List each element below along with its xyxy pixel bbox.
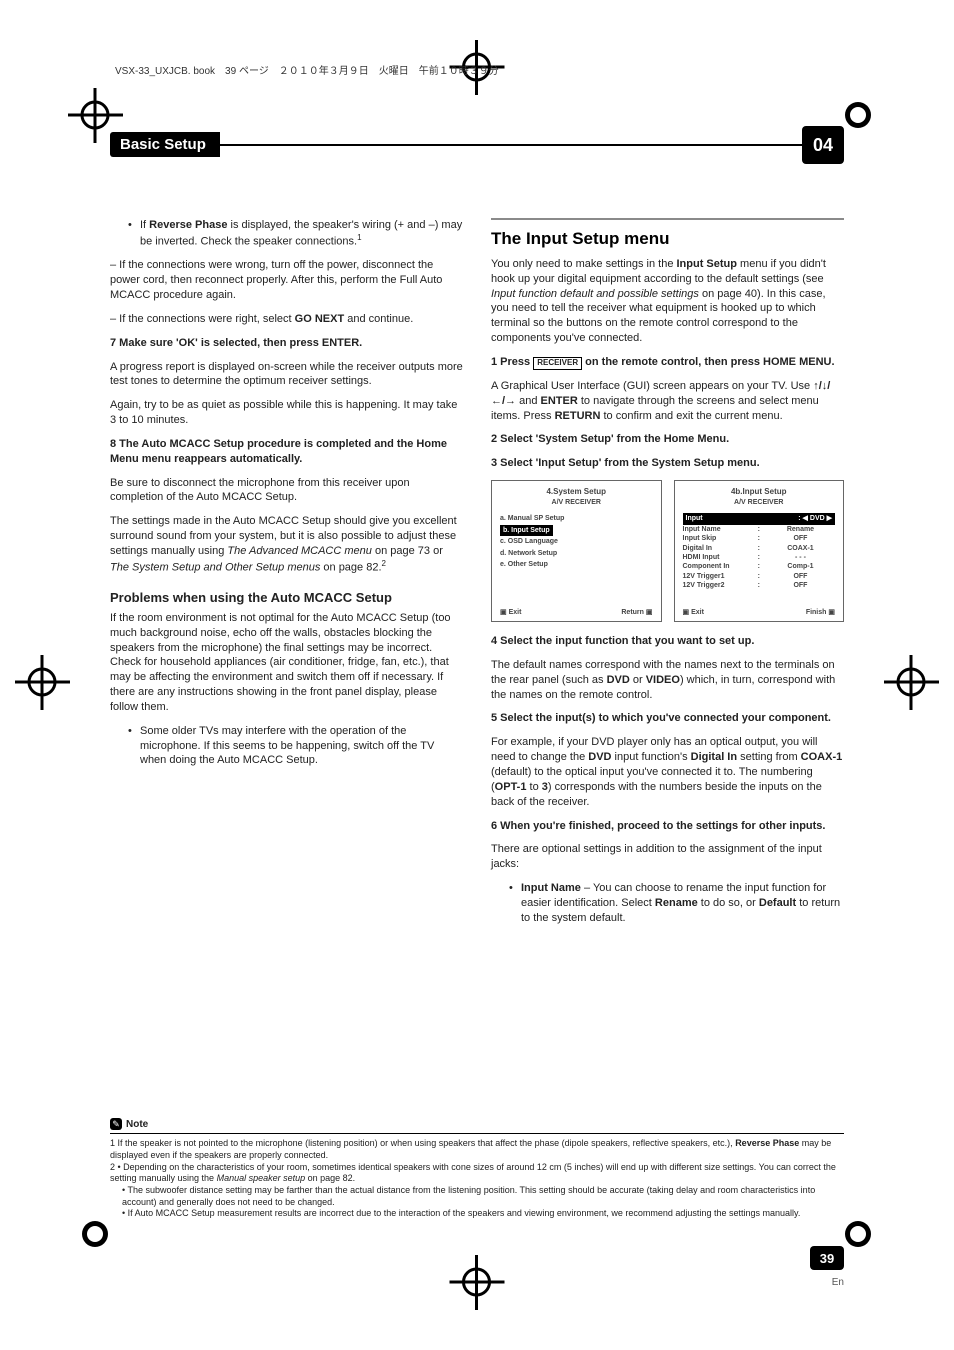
- body-text: You only need to make settings in the In…: [491, 257, 844, 346]
- osd-system-setup: 4.System Setup A/V RECEIVER a. Manual SP…: [491, 480, 662, 622]
- body-text: There are optional settings in addition …: [491, 842, 844, 872]
- header-rule: [218, 144, 844, 146]
- osd-row-value: OFF: [766, 581, 835, 590]
- footnote-2a: 2 • Depending on the characteristics of …: [110, 1162, 844, 1185]
- osd-row-value: OFF: [766, 534, 835, 543]
- left-column: If Reverse Phase is displayed, the speak…: [110, 218, 463, 935]
- osd-row-value: Comp-1: [766, 562, 835, 571]
- bullet-input-name: Input Name – You can choose to rename th…: [491, 881, 844, 926]
- osd-row-value: - - -: [766, 553, 835, 562]
- dash-item: – If the connections were right, select …: [110, 312, 463, 327]
- body-text: A Graphical User Interface (GUI) screen …: [491, 379, 844, 424]
- receiver-key-icon: RECEIVER: [533, 357, 582, 370]
- osd-menu-item: b. Input Setup: [500, 525, 553, 536]
- body-text: If the room environment is not optimal f…: [110, 611, 463, 715]
- subsection-problems: Problems when using the Auto MCACC Setup: [110, 589, 463, 607]
- step-7: 7 Make sure 'OK' is selected, then press…: [110, 336, 463, 351]
- body-text: The default names correspond with the na…: [491, 658, 844, 703]
- chapter-number-badge: 04: [802, 126, 844, 164]
- section-title: Basic Setup: [110, 132, 220, 157]
- osd-row-value: Rename: [766, 525, 835, 534]
- step-3: 3 Select 'Input Setup' from the System S…: [491, 456, 844, 471]
- body-text: For example, if your DVD player only has…: [491, 735, 844, 809]
- step-8: 8 The Auto MCACC Setup procedure is comp…: [110, 437, 463, 467]
- step-6: 6 When you're finished, proceed to the s…: [491, 819, 844, 834]
- section-rule: [491, 218, 844, 220]
- footnote-1: 1 If the speaker is not pointed to the m…: [110, 1138, 844, 1161]
- footnote-2c: • If Auto MCACC Setup measurement result…: [110, 1208, 844, 1220]
- body-text: Be sure to disconnect the microphone fro…: [110, 476, 463, 506]
- osd-menu-item: e. Other Setup: [500, 559, 653, 570]
- chapter-header: Basic Setup 04: [110, 132, 844, 160]
- page-number-badge: 39: [810, 1246, 844, 1270]
- right-column: The Input Setup menu You only need to ma…: [491, 218, 844, 935]
- footnote-2b: • The subwoofer distance setting may be …: [110, 1185, 844, 1208]
- osd-screenshots: 4.System Setup A/V RECEIVER a. Manual SP…: [491, 480, 844, 622]
- dash-item: – If the connections were wrong, turn of…: [110, 258, 463, 303]
- registration-mark-icon: [15, 655, 70, 710]
- bullet-reverse-phase: If Reverse Phase is displayed, the speak…: [110, 218, 463, 249]
- registration-mark-icon: [884, 655, 939, 710]
- page: VSX-33_UXJCB. book 39 ページ ２０１０年３月９日 火曜日 …: [0, 0, 954, 1350]
- note-icon: ✎: [110, 1118, 122, 1130]
- step-4: 4 Select the input function that you wan…: [491, 634, 844, 649]
- step-2: 2 Select 'System Setup' from the Home Me…: [491, 432, 844, 447]
- step-5: 5 Select the input(s) to which you've co…: [491, 711, 844, 726]
- osd-row-value: OFF: [766, 572, 835, 581]
- osd-row-value: COAX-1: [766, 544, 835, 553]
- body-text: Again, try to be as quiet as possible wh…: [110, 398, 463, 428]
- osd-row-selected: Input: ◀ DVD ▶: [683, 513, 836, 524]
- osd-row-key: Digital In: [683, 544, 752, 553]
- osd-menu-item: d. Network Setup: [500, 548, 653, 559]
- osd-menu-item: c. OSD Language: [500, 536, 653, 547]
- body-text: A progress report is displayed on-screen…: [110, 360, 463, 390]
- language-label: En: [832, 1277, 844, 1288]
- osd-row-key: 12V Trigger1: [683, 572, 752, 581]
- step-1: 1 Press RECEIVER on the remote control, …: [491, 355, 844, 370]
- osd-row-key: Component In: [683, 562, 752, 571]
- osd-row-key: 12V Trigger2: [683, 581, 752, 590]
- bullet-item: Some older TVs may interfere with the op…: [110, 724, 463, 769]
- osd-menu-item: a. Manual SP Setup: [500, 513, 653, 524]
- registration-mark-icon: [450, 1255, 505, 1310]
- osd-row-key: HDMI Input: [683, 553, 752, 562]
- book-meta-line: VSX-33_UXJCB. book 39 ページ ２０１０年３月９日 火曜日 …: [115, 62, 499, 77]
- footnotes: ✎ Note 1 If the speaker is not pointed to…: [110, 1118, 844, 1220]
- osd-input-setup: 4b.Input Setup A/V RECEIVER Input: ◀ DVD…: [674, 480, 845, 622]
- note-label: Note: [126, 1119, 148, 1130]
- osd-row-key: Input Name: [683, 525, 752, 534]
- osd-row-key: Input Skip: [683, 534, 752, 543]
- section-input-setup: The Input Setup menu: [491, 228, 844, 251]
- body-text: The settings made in the Auto MCACC Setu…: [110, 514, 463, 575]
